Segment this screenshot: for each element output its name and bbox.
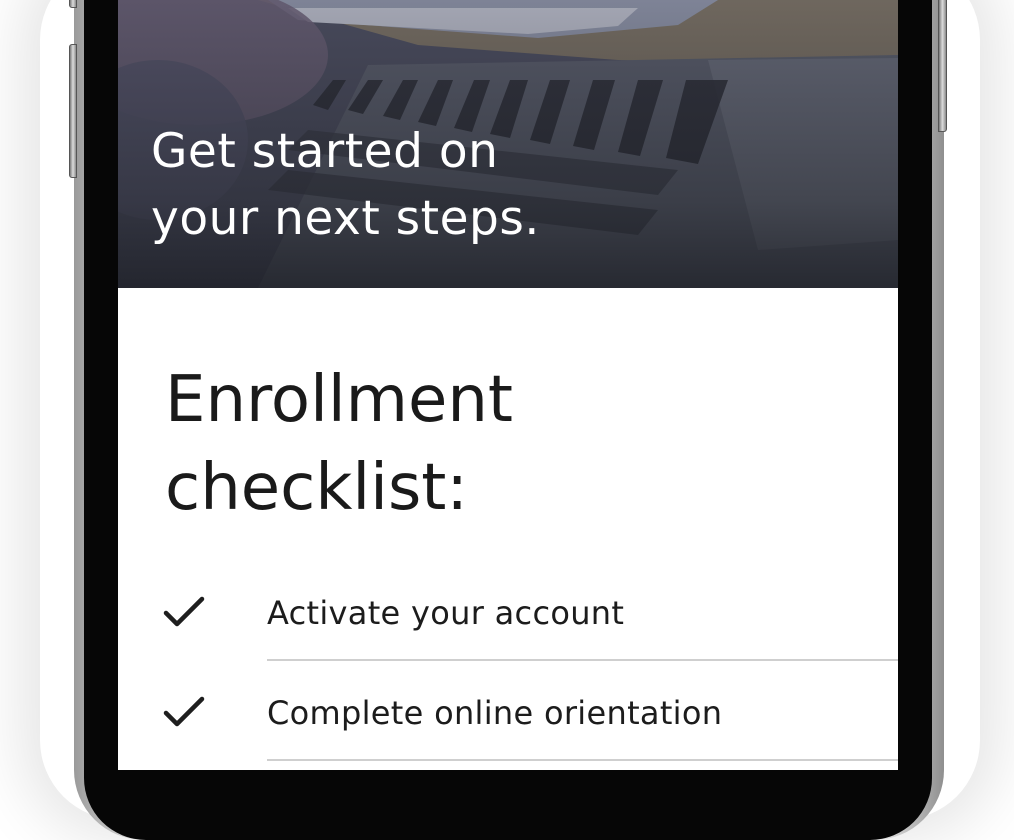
- mute-switch: [69, 0, 77, 8]
- checkmark-icon: [163, 596, 205, 627]
- hero-title-line2: your next steps.: [151, 191, 540, 246]
- volume-button: [69, 44, 77, 178]
- hero-title: Get started on your next steps.: [151, 118, 711, 252]
- checklist-item-online-orientation[interactable]: Complete online orientation: [118, 660, 898, 761]
- hero-banner: Get started on your next steps.: [118, 0, 898, 288]
- divider: [267, 759, 898, 761]
- checklist-title-line1: Enrollment: [165, 363, 513, 437]
- checklist-item-label: Complete online orientation: [267, 694, 723, 732]
- power-button: [938, 0, 947, 132]
- phone-screen: Get started on your next steps. Enrollme…: [118, 0, 898, 770]
- checklist-item-label: Activate your account: [267, 594, 625, 632]
- checklist-title-line2: checklist:: [165, 451, 468, 525]
- checklist-section: Enrollment checklist: Activate your acco…: [118, 288, 898, 770]
- checkmark-icon: [163, 696, 205, 727]
- checklist-item-activate-account[interactable]: Activate your account: [118, 560, 898, 661]
- hero-title-line1: Get started on: [151, 124, 499, 179]
- checklist: Activate your account Complete online or…: [118, 560, 898, 761]
- checklist-title: Enrollment checklist:: [165, 356, 765, 532]
